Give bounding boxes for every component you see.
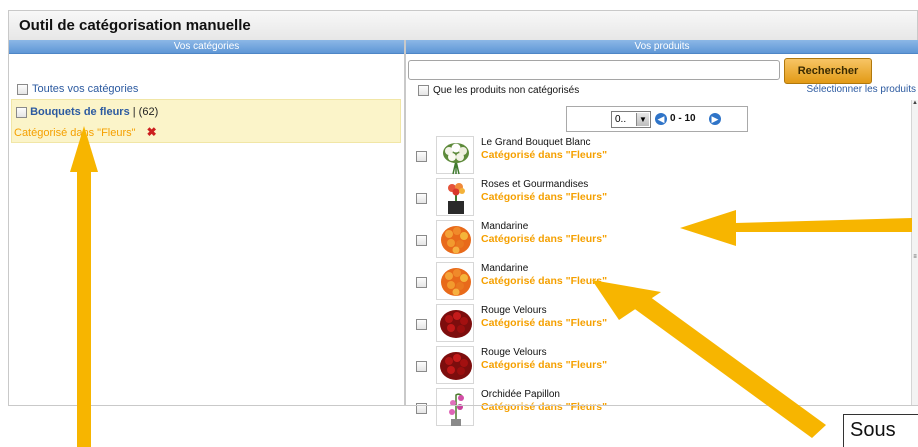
- page-select-value: 0..: [615, 114, 627, 125]
- orange-roses-image: [436, 220, 474, 258]
- product-category: Catégorisé dans "Fleurs": [481, 191, 608, 203]
- categories-header: Vos catégories: [9, 40, 404, 54]
- all-categories-label[interactable]: Toutes vos catégories: [32, 83, 138, 95]
- roses-gift-box-image: [436, 178, 474, 216]
- page-select[interactable]: 0.. ▼: [611, 111, 651, 128]
- product-name[interactable]: Mandarine: [481, 263, 528, 274]
- product-category: Catégorisé dans "Fleurs": [481, 149, 608, 161]
- pager: 0.. ▼ ◀ 0 - 10 ▶: [566, 106, 748, 132]
- product-checkbox[interactable]: [416, 319, 427, 330]
- red-roses-image: [436, 346, 474, 384]
- products-panel: Vos produits Rechercher Que les produits…: [405, 40, 918, 426]
- panel-bottom-border: [8, 405, 918, 406]
- search-input[interactable]: [408, 60, 780, 80]
- product-name[interactable]: Rouge Velours: [481, 305, 547, 316]
- product-checkbox[interactable]: [416, 361, 427, 372]
- product-checkbox[interactable]: [416, 277, 427, 288]
- product-row[interactable]: Roses et Gourmandises Catégorisé dans "F…: [406, 176, 906, 218]
- category-item-bouquets[interactable]: Bouquets de fleurs | (62) Catégorisé dan…: [11, 99, 401, 143]
- uncategorized-filter[interactable]: Que les produits non catégorisés: [418, 85, 579, 96]
- products-header: Vos produits: [406, 40, 918, 54]
- select-products-link[interactable]: Sélectionner les produits: [806, 84, 916, 95]
- uncategorized-label[interactable]: Que les produits non catégorisés: [433, 85, 579, 96]
- scroll-up-icon[interactable]: ▲: [912, 100, 918, 108]
- category-status: Catégorisé dans "Fleurs": [14, 127, 136, 139]
- callout-text: Sous: [850, 419, 896, 441]
- page-range: 0 - 10: [670, 113, 696, 124]
- orchid-image: [436, 388, 474, 426]
- app-window: Outil de catégorisation manuelle Vos cat…: [0, 0, 918, 447]
- category-name[interactable]: Bouquets de fleurs: [30, 106, 130, 118]
- category-status-row: Catégorisé dans "Fleurs" ✖: [14, 125, 157, 139]
- product-name[interactable]: Rouge Velours: [481, 347, 547, 358]
- all-categories-option[interactable]: Toutes vos catégories: [17, 83, 138, 95]
- delete-icon[interactable]: ✖: [147, 125, 157, 139]
- category-separator: |: [129, 106, 139, 118]
- uncategorized-checkbox[interactable]: [418, 85, 429, 96]
- product-row[interactable]: Rouge Velours Catégorisé dans "Fleurs": [406, 344, 906, 386]
- window-title: Outil de catégorisation manuelle: [19, 17, 251, 34]
- search-button[interactable]: Rechercher: [784, 58, 872, 84]
- product-row[interactable]: Le Grand Bouquet Blanc Catégorisé dans "…: [406, 134, 906, 176]
- product-category: Catégorisé dans "Fleurs": [481, 317, 608, 329]
- category-checkbox[interactable]: [16, 106, 27, 118]
- product-checkbox[interactable]: [416, 151, 427, 162]
- product-row[interactable]: Mandarine Catégorisé dans "Fleurs": [406, 218, 906, 260]
- product-category: Catégorisé dans "Fleurs": [481, 359, 608, 371]
- product-checkbox[interactable]: [416, 235, 427, 246]
- product-row[interactable]: Rouge Velours Catégorisé dans "Fleurs": [406, 302, 906, 344]
- red-roses-image: [436, 304, 474, 342]
- title-bar: Outil de catégorisation manuelle: [8, 10, 918, 40]
- product-list-scrollbar[interactable]: ▲ ≡: [911, 100, 918, 406]
- product-name[interactable]: Mandarine: [481, 221, 528, 232]
- annotation-callout: Sous: [843, 414, 918, 447]
- categories-panel: Vos catégories Toutes vos catégories Bou…: [8, 40, 405, 406]
- product-category: Catégorisé dans "Fleurs": [481, 233, 608, 245]
- product-row[interactable]: Mandarine Catégorisé dans "Fleurs": [406, 260, 906, 302]
- chevron-down-icon[interactable]: ▼: [636, 113, 649, 126]
- top-strip: [0, 0, 918, 10]
- orange-roses-image: [436, 262, 474, 300]
- product-category: Catégorisé dans "Fleurs": [481, 275, 608, 287]
- white-bouquet-image: [436, 136, 474, 175]
- next-page-icon[interactable]: ▶: [709, 113, 721, 125]
- product-row[interactable]: Orchidée Papillon Catégorisé dans "Fleur…: [406, 386, 906, 428]
- category-row: Bouquets de fleurs | (62): [16, 106, 158, 118]
- product-name[interactable]: Le Grand Bouquet Blanc: [481, 137, 591, 148]
- category-count: (62): [138, 106, 159, 118]
- product-category: Catégorisé dans "Fleurs": [481, 401, 608, 413]
- product-name[interactable]: Roses et Gourmandises: [481, 179, 588, 190]
- all-categories-checkbox[interactable]: [17, 83, 28, 95]
- product-checkbox[interactable]: [416, 193, 427, 204]
- scroll-grip-icon[interactable]: ≡: [912, 254, 918, 262]
- product-name[interactable]: Orchidée Papillon: [481, 389, 560, 400]
- previous-page-icon[interactable]: ◀: [655, 113, 667, 125]
